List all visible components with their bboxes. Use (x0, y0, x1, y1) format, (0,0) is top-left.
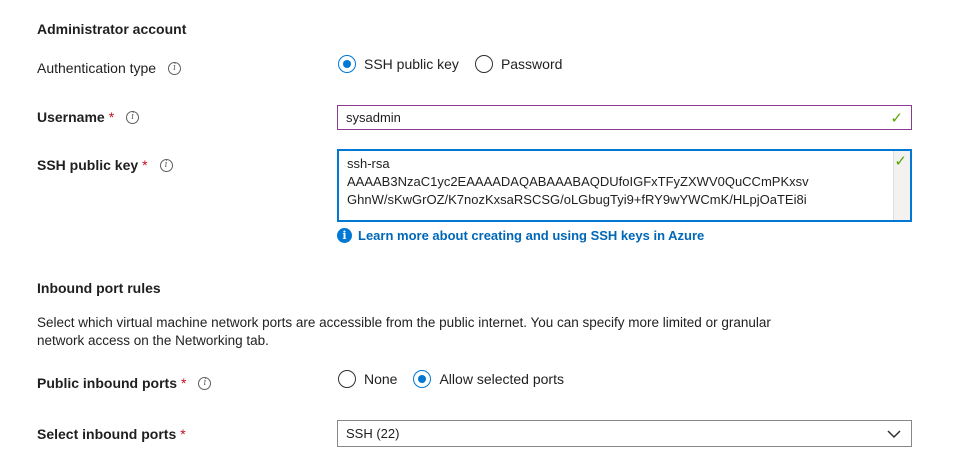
allow-selected-ports-radio[interactable] (413, 370, 432, 388)
password-radio-label[interactable]: Password (501, 56, 562, 72)
select-ports-dropdown[interactable]: SSH (22) (337, 420, 912, 447)
ssh-key-line: AAAAB3NzaC1yc2EAAAADAQABAAABAQDUfoIGFxTF… (347, 174, 809, 189)
ssh-key-radio-label[interactable]: SSH public key (364, 56, 459, 72)
public-ports-label-text: Public inbound ports (37, 375, 177, 391)
ssh-key-textarea[interactable]: ssh-rsa AAAAB3NzaC1yc2EAAAADAQABAAABAQDU… (337, 149, 912, 222)
info-icon[interactable]: i (159, 158, 173, 172)
required-marker: * (108, 109, 115, 125)
checkmark-icon: ✓ (894, 153, 907, 170)
public-ports-radio-group: None Allow selected ports (338, 370, 580, 388)
allow-selected-ports-radio-label[interactable]: Allow selected ports (439, 371, 564, 387)
password-radio[interactable] (474, 55, 493, 73)
username-value: sysadmin (346, 110, 401, 125)
info-icon[interactable]: i (126, 110, 140, 124)
none-radio-label[interactable]: None (364, 371, 397, 387)
info-icon[interactable]: i (168, 61, 182, 75)
inbound-description-line: network access on the Networking tab. (37, 333, 269, 348)
select-ports-value: SSH (22) (346, 426, 400, 441)
none-radio[interactable] (338, 370, 356, 388)
checkmark-icon: ✓ (890, 110, 903, 127)
inbound-description-line: Select which virtual machine network por… (37, 315, 771, 330)
ssh-key-radio[interactable] (338, 55, 356, 73)
required-marker: * (142, 157, 148, 173)
auth-type-label: Authentication type i (37, 60, 182, 76)
username-input[interactable]: sysadmin ✓ (337, 105, 912, 130)
ssh-key-line: ssh-rsa (347, 156, 390, 171)
info-filled-icon: i (337, 228, 352, 243)
inbound-section-title: Inbound port rules (37, 280, 161, 296)
auth-type-radio-group: SSH public key Password (338, 55, 578, 73)
admin-section-title: Administrator account (37, 21, 187, 37)
ssh-key-label: SSH public key * i (37, 157, 173, 173)
ssh-learn-more-link[interactable]: i Learn more about creating and using SS… (337, 228, 704, 243)
public-ports-label: Public inbound ports * i (37, 375, 212, 391)
select-ports-label-text: Select inbound ports (37, 426, 177, 442)
ssh-key-content: ssh-rsa AAAAB3NzaC1yc2EAAAADAQABAAABAQDU… (347, 155, 887, 209)
info-icon[interactable]: i (198, 376, 212, 390)
username-label: Username * i (37, 109, 140, 125)
auth-type-label-text: Authentication type (37, 60, 157, 76)
chevron-down-icon (887, 430, 901, 439)
inbound-description: Select which virtual machine network por… (37, 314, 937, 350)
username-label-text: Username (37, 109, 105, 125)
required-marker: * (180, 426, 186, 442)
ssh-key-line: GhnW/sKwGrOZ/K7nozKxsaRSCSG/oLGbugTyi9+f… (347, 192, 807, 207)
ssh-key-label-text: SSH public key (37, 157, 139, 173)
ssh-learn-more-text[interactable]: Learn more about creating and using SSH … (358, 228, 704, 243)
required-marker: * (181, 375, 187, 391)
select-ports-label: Select inbound ports * (37, 426, 186, 442)
